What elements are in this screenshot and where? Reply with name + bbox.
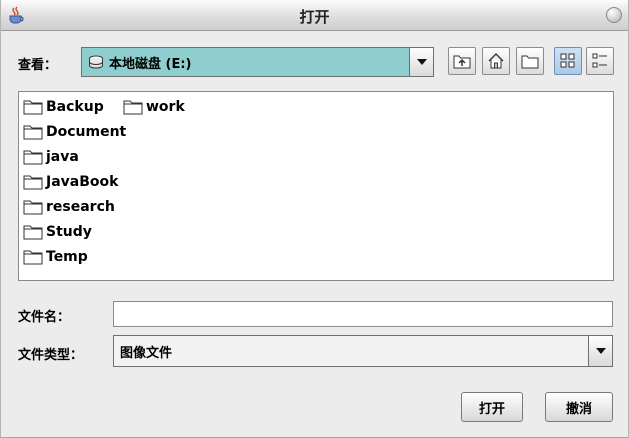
filename-label: 文件名： — [18, 310, 71, 325]
folder-icon — [23, 175, 43, 190]
look-in-label: 查看： — [18, 58, 58, 73]
chevron-down-icon — [595, 348, 606, 354]
details-view-icon — [592, 53, 607, 68]
new-folder-icon — [521, 55, 539, 69]
list-item-folder[interactable]: research — [23, 197, 115, 217]
title-bar[interactable]: 打开 — [1, 0, 628, 31]
home-icon — [488, 53, 504, 69]
home-button[interactable] — [482, 47, 510, 75]
folder-icon — [23, 225, 43, 240]
filetype-value: 图像文件 — [120, 345, 173, 361]
list-view-icon — [560, 53, 575, 68]
look-in-value: 本地磁盘 (E:) — [88, 48, 192, 76]
filetype-select[interactable]: 图像文件 — [113, 335, 613, 367]
open-file-dialog: 打开 查看： 本地磁盘 (E:) Backup work Document ja… — [0, 0, 629, 438]
folder-icon — [123, 100, 143, 115]
cancel-button[interactable]: 撤消 — [545, 392, 613, 422]
folder-name: research — [46, 199, 115, 215]
look-in-select[interactable]: 本地磁盘 (E:) — [81, 47, 434, 77]
up-folder-icon — [453, 55, 471, 69]
hard-disk-icon — [89, 55, 103, 69]
folder-name: Backup — [46, 99, 104, 115]
folder-icon — [23, 125, 43, 140]
folder-name: java — [46, 149, 79, 165]
filename-input[interactable] — [113, 301, 613, 327]
up-one-level-button[interactable] — [448, 47, 476, 75]
window-title: 打开 — [299, 8, 330, 26]
list-view-button[interactable] — [554, 47, 582, 75]
folder-name: work — [146, 99, 185, 115]
list-item-folder[interactable]: java — [23, 147, 79, 167]
folder-name: Study — [46, 224, 92, 240]
filetype-label: 文件类型： — [18, 348, 84, 363]
list-item-folder[interactable]: Study — [23, 222, 92, 242]
folder-name: JavaBook — [46, 174, 119, 190]
folder-icon — [23, 200, 43, 215]
folder-icon — [23, 100, 43, 115]
new-folder-button[interactable] — [516, 47, 544, 75]
list-item-folder[interactable]: work — [123, 97, 185, 117]
open-button[interactable]: 打开 — [461, 392, 523, 422]
look-in-text: 本地磁盘 (E:) — [109, 56, 192, 72]
look-in-dropdown-button[interactable] — [409, 48, 433, 76]
list-item-folder[interactable]: Backup — [23, 97, 104, 117]
folder-name: Temp — [46, 249, 88, 265]
folder-icon — [23, 250, 43, 265]
list-item-folder[interactable]: Document — [23, 122, 126, 142]
folder-icon — [23, 150, 43, 165]
file-list[interactable]: Backup work Document java JavaBook resea… — [18, 91, 614, 281]
list-item-folder[interactable]: Temp — [23, 247, 88, 267]
filetype-dropdown-button[interactable] — [588, 336, 612, 366]
folder-name: Document — [46, 124, 127, 140]
details-view-button[interactable] — [586, 47, 614, 75]
list-item-folder[interactable]: JavaBook — [23, 172, 118, 192]
chevron-down-icon — [416, 59, 427, 65]
close-window-button[interactable] — [606, 7, 622, 23]
